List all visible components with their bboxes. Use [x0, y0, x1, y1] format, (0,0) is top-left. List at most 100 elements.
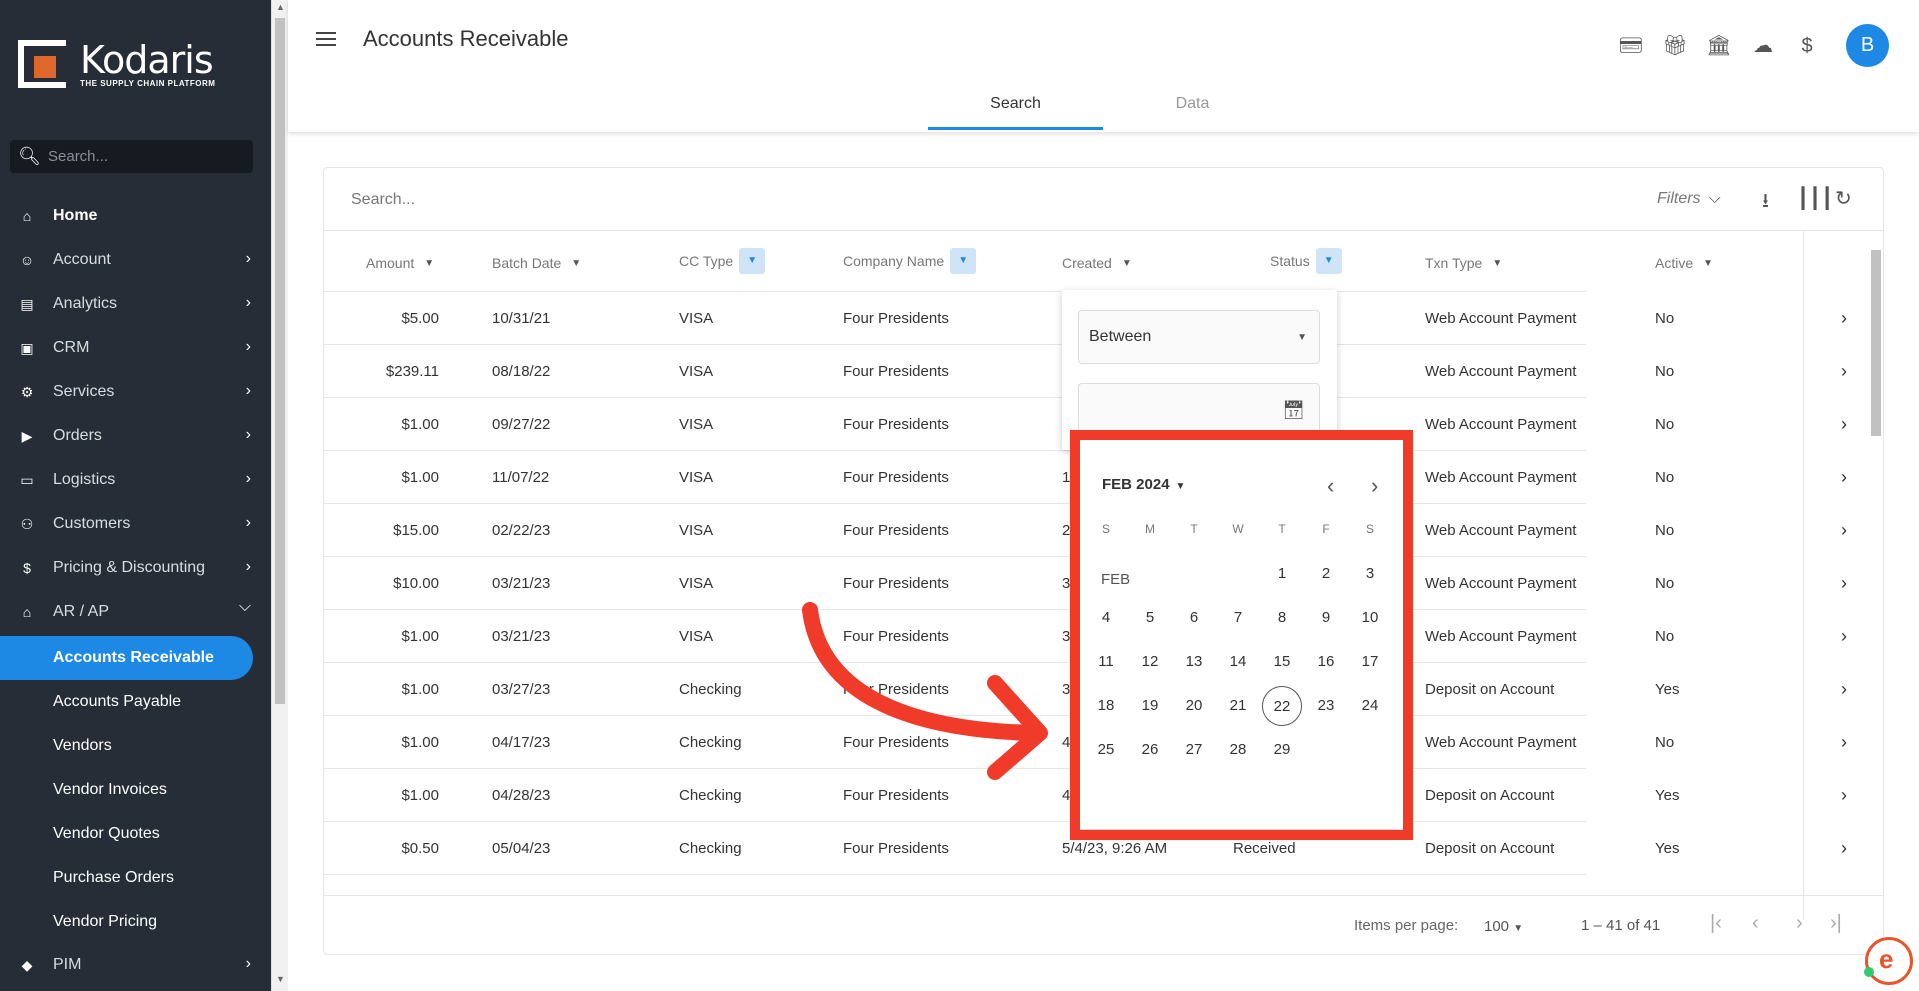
sidebar-item-orders[interactable]: ▶ Orders › — [0, 414, 271, 458]
table-row[interactable]: $239.11 08/18/22 VISA Four Presidents Web Ac… — [324, 345, 1674, 398]
chat-widget[interactable]: e — [1864, 937, 1913, 985]
next-month-icon[interactable]: › — [1371, 473, 1378, 499]
calendar-day[interactable]: 6 — [1174, 598, 1214, 638]
last-page-icon[interactable]: ›| — [1830, 912, 1842, 935]
calendar-day[interactable]: 9 — [1306, 598, 1346, 638]
sidebar-subitem-vendor-invoices[interactable]: Vendor Invoices — [0, 768, 271, 812]
sidebar-subitem-vendors[interactable]: Vendors — [0, 724, 271, 768]
first-page-icon[interactable]: |‹ — [1710, 912, 1722, 935]
calendar-day[interactable]: 27 — [1174, 730, 1214, 770]
payment-check-icon[interactable]: 💳︎ — [1618, 33, 1644, 59]
sidebar-item-home[interactable]: ⌂ Home — [0, 194, 271, 238]
next-page-icon[interactable]: › — [1796, 912, 1803, 935]
sidebar-item-services[interactable]: ⚙ Services › — [0, 370, 271, 414]
calendar-day[interactable]: 11 — [1086, 642, 1126, 682]
calendar-day[interactable]: 23 — [1306, 686, 1346, 726]
table-search-input[interactable] — [351, 191, 851, 209]
calendar-day[interactable]: 1 — [1262, 554, 1302, 594]
avatar[interactable]: B — [1846, 24, 1889, 67]
sidebar-item-pricing-discounting[interactable]: $ Pricing & Discounting › — [0, 546, 271, 590]
calendar-day[interactable]: 8 — [1262, 598, 1302, 638]
menu-icon[interactable] — [314, 28, 338, 52]
sidebar-subitem-accounts-receivable[interactable]: Accounts Receivable — [0, 636, 253, 680]
bank-icon[interactable]: 🏛︎ — [1706, 33, 1732, 59]
sidebar-item-pim[interactable]: ◆ PIM › — [0, 943, 271, 987]
calendar-day[interactable]: 10 — [1350, 598, 1390, 638]
sidebar-subitem-accounts-payable[interactable]: Accounts Payable — [0, 680, 271, 724]
calendar-day[interactable]: 3 — [1350, 554, 1390, 594]
columns-icon[interactable]: ┃┃┃ — [1797, 186, 1833, 211]
previous-month-icon[interactable]: ‹ — [1327, 473, 1334, 499]
sidebar-subitem-vendor-quotes[interactable]: Vendor Quotes — [0, 812, 271, 856]
column-header-cc-type[interactable]: CC Type ▼ — [679, 248, 766, 274]
calendar-day[interactable]: 14 — [1218, 642, 1258, 682]
column-header-amount[interactable]: Amount ▼ — [366, 255, 434, 271]
calendar-day[interactable]: 19 — [1130, 686, 1170, 726]
sidebar-item-account[interactable]: ☺ Account › — [0, 238, 271, 282]
column-header-company-name[interactable]: Company Name ▼ — [843, 248, 977, 274]
sidebar-item-crm[interactable]: ▣ CRM › — [0, 326, 271, 370]
calendar-day[interactable]: 17 — [1350, 642, 1390, 682]
filter-dropdown-icon[interactable]: ▼ — [950, 248, 977, 274]
calendar-day[interactable]: 15 — [1262, 642, 1302, 682]
column-header-created[interactable]: Created ▼ — [1062, 255, 1132, 271]
sidebar-item-label: Vendor Invoices — [53, 781, 167, 798]
tab-search[interactable]: Search — [928, 80, 1103, 130]
gift-card-icon[interactable]: 🎁︎ — [1662, 33, 1688, 59]
sidebar-item-logistics[interactable]: ▭ Logistics › — [0, 458, 271, 502]
column-header-batch-date[interactable]: Batch Date ▼ — [492, 255, 581, 271]
sidebar-subitem-vendor-pricing[interactable]: Vendor Pricing — [0, 900, 271, 944]
sidebar-item-ar-ap[interactable]: ⌂ AR / AP ⌵ — [0, 590, 271, 634]
kodaris-logo[interactable]: Kodaris THE SUPPLY CHAIN PLATFORM — [18, 36, 218, 92]
calendar-day[interactable]: 25 — [1086, 730, 1126, 770]
month-year-selector[interactable]: FEB 2024 ▼ — [1102, 476, 1185, 493]
calendar-day[interactable]: 12 — [1130, 642, 1170, 682]
help-icon[interactable]: $ — [1794, 33, 1820, 59]
date-input[interactable]: 📅︎ — [1078, 383, 1320, 437]
calendar-day[interactable]: 20 — [1174, 686, 1214, 726]
previous-page-icon[interactable]: ‹ — [1752, 912, 1759, 935]
sidebar-item-customers[interactable]: ⚇ Customers › — [0, 502, 271, 546]
table-row[interactable]: $5.00 10/31/21 VISA Four Presidents Web Acco… — [324, 292, 1674, 345]
cell-txn: Web Account Payment — [1425, 469, 1577, 486]
calendar-day[interactable]: 18 — [1086, 686, 1126, 726]
column-header-active[interactable]: Active ▼ — [1655, 255, 1713, 271]
sidebar-subitem-purchase-orders[interactable]: Purchase Orders — [0, 856, 271, 900]
filters-toggle[interactable]: Filters ⌵ — [1657, 190, 1721, 208]
scroll-up-icon[interactable]: ▲ — [276, 2, 285, 12]
tab-data[interactable]: Data — [1105, 80, 1280, 130]
sidebar-item-analytics[interactable]: ▤ Analytics › — [0, 282, 271, 326]
scrollbar-thumb[interactable] — [1871, 250, 1881, 436]
chevron-right-icon: › — [245, 250, 251, 267]
calendar-icon[interactable]: 📅︎ — [1282, 400, 1305, 421]
calendar-day[interactable]: 7 — [1218, 598, 1258, 638]
table-row[interactable]: $0.50 05/04/23 Checking Four Presidents 5/4/… — [324, 822, 1679, 875]
calendar-day[interactable]: 4 — [1086, 598, 1126, 638]
column-header-status[interactable]: Status ▼ — [1270, 248, 1342, 274]
scroll-down-icon[interactable]: ▼ — [276, 974, 285, 984]
calendar-day[interactable]: 29 — [1262, 730, 1302, 770]
calendar-day[interactable]: 16 — [1306, 642, 1346, 682]
calendar-day[interactable]: 28 — [1218, 730, 1258, 770]
calendar-day[interactable]: 21 — [1218, 686, 1258, 726]
calendar-day[interactable]: 13 — [1174, 642, 1214, 682]
calendar-day[interactable]: 24 — [1350, 686, 1390, 726]
calendar-day[interactable]: 2 — [1306, 554, 1346, 594]
table-scrollbar[interactable] — [1869, 248, 1883, 898]
calendar-day[interactable]: 26 — [1130, 730, 1170, 770]
scrollbar-thumb[interactable] — [275, 18, 285, 704]
calendar-day[interactable]: 22 — [1262, 686, 1302, 726]
date-operator-select[interactable]: Between ▼ — [1078, 310, 1320, 364]
sidebar-item-label: Logistics — [53, 471, 116, 488]
sidebar-search-input[interactable] — [48, 140, 243, 173]
cloud-download-icon[interactable]: ☁︎ — [1750, 33, 1776, 59]
filter-dropdown-icon[interactable]: ▼ — [1315, 248, 1342, 274]
calendar-day[interactable]: 5 — [1130, 598, 1170, 638]
refresh-icon[interactable]: ↻ — [1835, 186, 1852, 211]
download-icon[interactable]: ⭳ — [1762, 186, 1769, 220]
column-header-txn-type[interactable]: Txn Type ▼ — [1425, 255, 1502, 271]
sidebar-scrollbar[interactable]: ▲ ▼ — [271, 0, 288, 991]
page-size-select[interactable]: 100 ▼ — [1484, 918, 1523, 935]
filter-dropdown-icon[interactable]: ▼ — [739, 248, 766, 274]
cell-amount: $1.00 — [401, 628, 439, 645]
